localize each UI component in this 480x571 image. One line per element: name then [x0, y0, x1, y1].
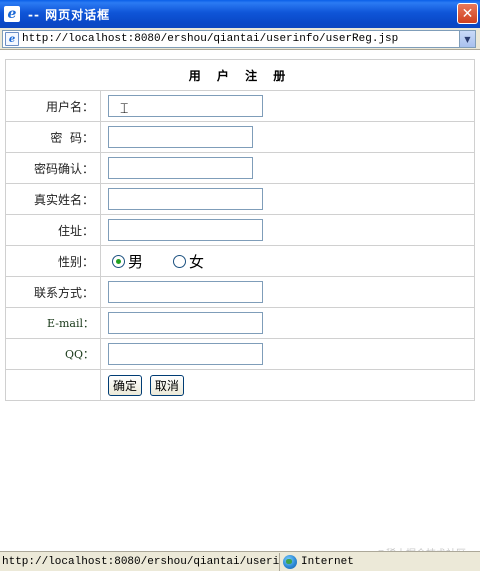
username-input[interactable] [108, 95, 263, 117]
window-titlebar: e -- 网页对话框 ✕ [0, 0, 480, 28]
qq-label: QQ： [5, 338, 101, 370]
address-field[interactable]: e http://localhost:8080/ershou/qiantai/u… [2, 30, 476, 48]
gender-male-label[interactable]: 男 [128, 251, 143, 272]
gender-female-radio[interactable] [173, 254, 187, 268]
status-bar: http://localhost:8080/ershou/qiantai/use… [0, 551, 480, 571]
address-input[interactable] [108, 219, 263, 241]
internet-explorer-icon: e [4, 6, 20, 22]
password-label: 密 码： [5, 121, 101, 153]
status-url: http://localhost:8080/ershou/qiantai/use… [0, 552, 280, 571]
gender-radio-group: 男 女 [108, 251, 474, 272]
password-input[interactable] [108, 126, 253, 148]
email-input[interactable] [108, 312, 263, 334]
gender-male-radio[interactable] [112, 254, 125, 268]
address-bar: e http://localhost:8080/ershou/qiantai/u… [0, 28, 480, 50]
qq-input[interactable] [108, 343, 263, 365]
real-name-input[interactable] [108, 188, 263, 210]
registration-form: 用 户 注 册 用户名： 密 码： 密码确认： 真实姓名： 住址： 性别： 男 … [5, 59, 475, 401]
button-row-spacer [5, 369, 101, 401]
form-table: 用 户 注 册 用户名： 密 码： 密码确认： 真实姓名： 住址： 性别： 男 … [5, 59, 475, 401]
real-name-label: 真实姓名： [5, 183, 101, 215]
gender-female-label[interactable]: 女 [189, 251, 204, 272]
gender-label: 性别： [5, 245, 101, 277]
close-button[interactable]: ✕ [457, 3, 478, 24]
password-confirm-input[interactable] [108, 157, 253, 179]
form-title: 用 户 注 册 [5, 59, 475, 91]
window-title: -- 网页对话框 [28, 7, 111, 22]
contact-input[interactable] [108, 281, 263, 303]
security-zone-label: Internet [301, 555, 354, 568]
password-confirm-label: 密码确认： [5, 152, 101, 184]
submit-button[interactable]: 确定 [108, 374, 143, 396]
address-url[interactable]: http://localhost:8080/ershou/qiantai/use… [22, 33, 398, 45]
internet-zone-icon [283, 554, 297, 569]
cancel-button[interactable]: 取消 [149, 374, 184, 396]
email-label: E-mail： [5, 307, 101, 339]
address-dropdown-icon[interactable]: ▼ [459, 31, 475, 47]
address-label: 住址： [5, 214, 101, 246]
text-cursor-icon: ⌶ [120, 101, 129, 117]
page-icon: e [5, 32, 19, 46]
contact-label: 联系方式： [5, 276, 101, 308]
username-label: 用户名： [5, 90, 101, 122]
